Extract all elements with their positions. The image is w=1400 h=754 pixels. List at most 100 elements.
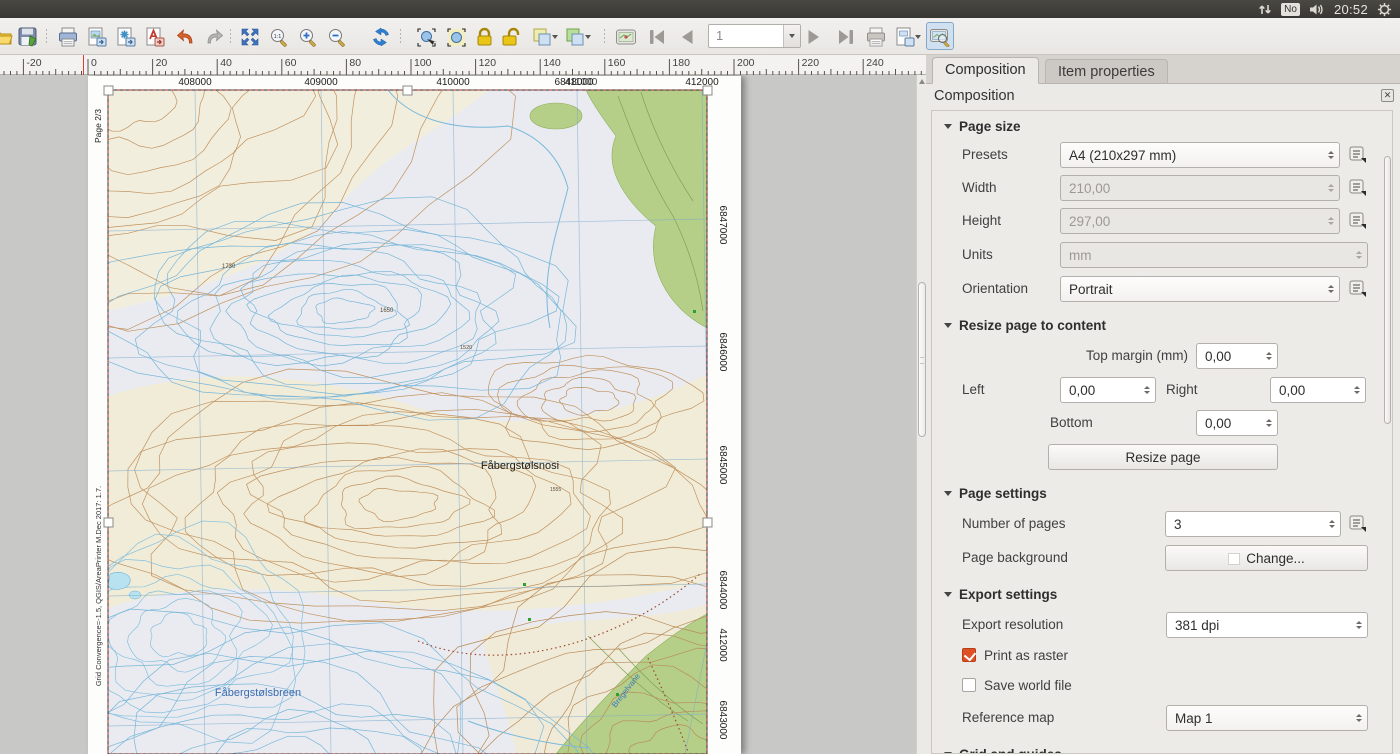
keyboard-layout-indicator[interactable]: No [1281,3,1300,16]
page-background-change-button[interactable]: Change... [1165,545,1368,571]
network-arrows-icon[interactable] [1258,3,1272,16]
print-atlas-button[interactable] [864,25,888,49]
session-gear-icon[interactable] [1377,2,1392,17]
top-margin-spinbox[interactable]: 0,00 [1196,343,1278,369]
redo-button[interactable] [202,25,226,49]
svg-text:-20: -20 [26,57,41,69]
left-margin-spinbox[interactable]: 0,00 [1060,377,1156,403]
height-spinbox: 297,00 [1060,208,1340,234]
group-items-button[interactable] [529,25,561,49]
section-page-size[interactable]: Page size [944,119,1021,134]
preview-atlas-button[interactable] [928,25,952,49]
export-atlas-button[interactable] [892,25,924,49]
toolbar-separator [400,29,401,45]
save-floppy-icon [18,27,38,47]
right-margin-spinbox[interactable]: 0,00 [1270,377,1366,403]
export-svg-icon [116,27,136,47]
composition-settings-body: Page size Presets A4 (210x297 mm) Width … [931,110,1393,754]
section-export-settings[interactable]: Export settings [944,587,1057,602]
top-margin-label: Top margin (mm) [1086,348,1188,363]
presets-combobox[interactable]: A4 (210x297 mm) [1060,142,1340,168]
print-as-raster-checkbox[interactable] [962,648,976,662]
open-composer-button[interactable] [0,25,14,49]
clock[interactable]: 20:52 [1334,2,1368,17]
dock-tabbar: Composition Item properties [926,55,1400,84]
previous-arrow-icon [678,28,696,46]
atlas-next-feature-button[interactable] [802,25,826,49]
select-move-item-button[interactable] [414,25,438,49]
data-defined-override-button[interactable] [1348,513,1370,535]
svg-text:200: 200 [737,57,755,69]
data-defined-override-button[interactable] [1348,177,1370,199]
zoom-full-button[interactable] [238,25,262,49]
glacier-name-label: Fåbergstølsbreen [215,687,301,699]
height-label: Height [962,213,1001,228]
background-color-swatch [1228,553,1240,565]
page-number-label: Page 2/3 [93,109,103,143]
composition-dock: Composition Item properties Composition … [926,55,1400,754]
grid-label-6844000: 6844000 [717,571,728,610]
ruler-ticks: -20020406080100120140160180200220240260 [0,55,926,75]
presets-label: Presets [962,147,1008,162]
reference-map-combobox[interactable]: Map 1 [1166,705,1368,731]
grid-label-6847000: 6847000 [717,206,728,245]
lock-items-button[interactable] [472,25,496,49]
dropdown-caret-icon [552,35,558,39]
elevation-label: 1730 [222,264,236,270]
grid-label-408000: 408000 [178,77,212,88]
toolbar-separator [604,29,605,45]
data-defined-override-button[interactable] [1348,278,1370,300]
save-world-file-checkbox[interactable] [962,678,976,692]
zoom-in-button[interactable] [296,25,320,49]
atlas-last-feature-button[interactable] [834,25,858,49]
map-item[interactable]: 408000 409000 410000 6848000 411000 4120… [88,76,741,754]
zoom-actual-button[interactable]: 1:1 [267,25,291,49]
svg-text:120: 120 [479,57,497,69]
svg-text:220: 220 [802,57,820,69]
reference-map-label: Reference map [962,710,1054,725]
dropdown-caret-icon [915,35,921,39]
svg-text:60: 60 [285,57,297,69]
resize-page-button[interactable]: Resize page [1048,444,1278,470]
tab-composition[interactable]: Composition [932,57,1039,84]
unlock-items-button[interactable] [499,25,523,49]
dock-title: Composition [926,84,1400,110]
export-pdf-button[interactable] [143,25,167,49]
number-of-pages-spinbox[interactable]: 3 [1165,511,1341,537]
close-dock-icon[interactable]: ✕ [1381,89,1394,102]
composition-page[interactable]: 408000 409000 410000 6848000 411000 4120… [88,76,741,754]
save-project-button[interactable] [16,25,40,49]
scrollbar-up-arrow-icon[interactable] [919,79,925,84]
atlas-first-feature-button[interactable] [645,25,669,49]
undo-button[interactable] [174,25,198,49]
composer-canvas[interactable]: 408000 409000 410000 6848000 411000 4120… [0,75,916,754]
atlas-page-value[interactable]: 1 [709,25,783,47]
raise-items-button[interactable] [562,25,594,49]
zoom-out-button[interactable] [325,25,349,49]
export-image-button[interactable] [85,25,109,49]
bottom-margin-spinbox[interactable]: 0,00 [1196,410,1278,436]
print-button[interactable] [56,25,80,49]
atlas-previous-feature-button[interactable] [675,25,699,49]
svg-text:240: 240 [866,57,884,69]
refresh-view-button[interactable] [369,25,393,49]
export-resolution-spinbox[interactable]: 381 dpi [1166,612,1368,638]
section-resize-page[interactable]: Resize page to content [944,318,1106,333]
atlas-page-dropdown-button[interactable] [783,25,800,47]
export-svg-button[interactable] [114,25,138,49]
data-defined-override-button[interactable] [1348,210,1370,232]
section-page-settings[interactable]: Page settings [944,486,1047,501]
atlas-page-combobox[interactable]: 1 [708,24,801,48]
tab-item-properties[interactable]: Item properties [1045,59,1168,84]
printer-icon [866,27,886,47]
section-grid-and-guides[interactable]: Grid and guides [944,747,1062,754]
orientation-combobox[interactable]: Portrait [1060,276,1340,302]
canvas-scrollbar-thumb[interactable] [918,282,926,437]
atlas-settings-button[interactable] [614,25,638,49]
move-item-content-button[interactable] [444,25,468,49]
volume-icon[interactable] [1309,3,1325,16]
folder-icon [0,28,13,46]
panel-scrollbar-thumb[interactable] [1384,156,1391,424]
data-defined-override-button[interactable] [1348,144,1370,166]
canvas-vertical-scrollbar[interactable] [916,75,926,754]
